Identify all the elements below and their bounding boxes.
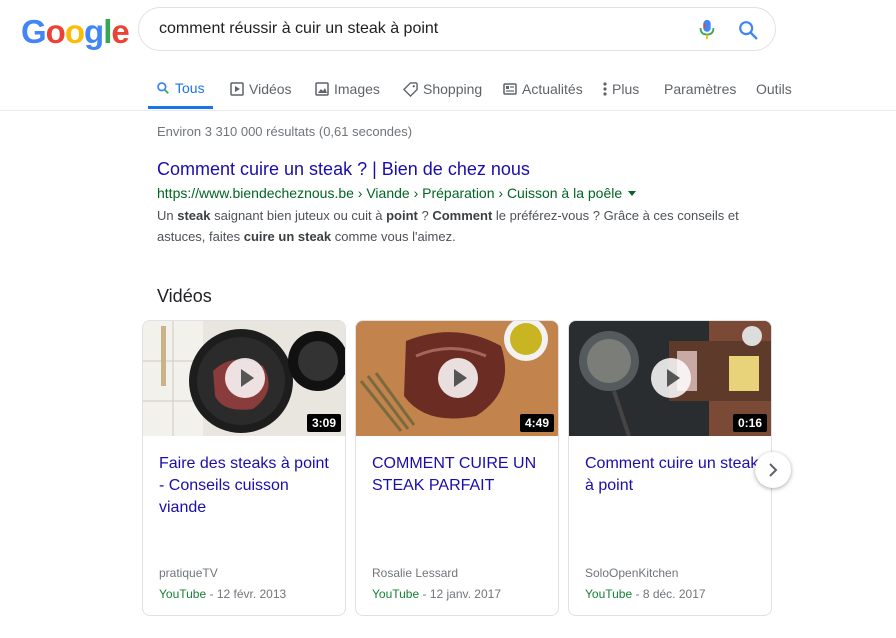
video-source: YouTube - 12 févr. 2013 [159, 587, 286, 601]
videos-heading: Vidéos [157, 286, 212, 306]
snippet-bold: Comment [432, 208, 493, 223]
video-title[interactable]: Faire des steaks à point - Conseils cuis… [159, 453, 335, 519]
snippet-text: Un [157, 208, 178, 223]
video-source: YouTube - 8 déc. 2017 [585, 587, 706, 601]
video-date: - 12 janv. 2017 [419, 587, 501, 601]
video-title[interactable]: COMMENT CUIRE UN STEAK PARFAIT [372, 453, 548, 497]
result-url-text: https://www.biendecheznous.be › Viande ›… [157, 185, 623, 201]
tab-videos[interactable]: Vidéos [230, 70, 292, 108]
google-logo[interactable]: Google [21, 13, 130, 51]
chevron-right-icon [769, 463, 778, 477]
caret-down-icon[interactable] [628, 190, 637, 196]
logo-letter: l [103, 13, 112, 50]
snippet-text: saignant bien juteux ou cuit à [210, 208, 387, 223]
news-icon [503, 83, 517, 95]
video-card[interactable]: 0:16 Comment cuire un steak à point Solo… [568, 320, 772, 616]
search-tabs: Tous Vidéos Images Shopping Actualités P… [0, 70, 896, 111]
tab-label: Tous [175, 80, 205, 96]
more-vert-icon [603, 82, 607, 96]
image-icon [315, 82, 329, 96]
video-card[interactable]: 4:49 COMMENT CUIRE UN STEAK PARFAIT Rosa… [355, 320, 559, 616]
snippet-bold: cuire un steak [243, 229, 332, 244]
snippet-bold: point [386, 208, 418, 223]
play-icon[interactable] [438, 358, 478, 398]
logo-letter: g [84, 13, 104, 50]
search-box[interactable] [138, 7, 776, 51]
snippet-bold: steak [177, 208, 211, 223]
logo-letter: e [111, 13, 129, 50]
video-thumbnail[interactable]: 4:49 [356, 321, 558, 436]
snippet-text: comme vous l'aimez. [331, 229, 456, 244]
video-platform: YouTube [372, 587, 420, 601]
video-source: YouTube - 12 janv. 2017 [372, 587, 501, 601]
tab-images[interactable]: Images [315, 70, 380, 108]
play-icon[interactable] [225, 358, 265, 398]
search-icon[interactable] [737, 19, 759, 41]
video-thumbnail[interactable]: 3:09 [143, 321, 345, 436]
tab-label: Images [334, 81, 380, 97]
tab-all[interactable]: Tous [148, 70, 213, 109]
logo-letter: G [21, 13, 47, 50]
video-channel: Rosalie Lessard [372, 566, 459, 580]
video-channel: pratiqueTV [159, 566, 218, 580]
video-thumbnail[interactable]: 0:16 [569, 321, 771, 436]
tab-tools[interactable]: Outils [756, 70, 792, 108]
snippet-text: ? [417, 208, 433, 223]
tab-news[interactable]: Actualités [503, 70, 583, 108]
video-date: - 12 févr. 2013 [206, 587, 287, 601]
video-icon [230, 82, 244, 96]
video-duration: 0:16 [732, 414, 767, 432]
video-date: - 8 déc. 2017 [632, 587, 706, 601]
video-duration: 3:09 [306, 414, 341, 432]
video-platform: YouTube [159, 587, 207, 601]
tab-more[interactable]: Plus [603, 70, 639, 108]
tab-label: Outils [756, 81, 792, 97]
search-icon [157, 82, 169, 94]
tab-label: Plus [612, 81, 640, 97]
video-card[interactable]: 3:09 Faire des steaks à point - Conseils… [142, 320, 346, 616]
tab-label: Vidéos [249, 81, 292, 97]
logo-letter: o [64, 13, 85, 50]
tab-label: Paramètres [664, 81, 737, 97]
result-snippet: Un steak saignant bien juteux ou cuit à … [157, 205, 757, 247]
tab-label: Actualités [522, 81, 583, 97]
video-duration: 4:49 [519, 414, 554, 432]
logo-letter: o [45, 13, 66, 50]
mic-icon[interactable] [697, 19, 717, 41]
search-input[interactable] [159, 8, 659, 50]
tag-icon [403, 81, 418, 97]
carousel-next-button[interactable] [755, 452, 791, 488]
result-title-link[interactable]: Comment cuire un steak ? | Bien de chez … [157, 159, 530, 180]
tab-settings[interactable]: Paramètres [664, 70, 736, 108]
video-platform: YouTube [585, 587, 633, 601]
video-title[interactable]: Comment cuire un steak à point [585, 453, 761, 497]
tab-shopping[interactable]: Shopping [403, 70, 482, 108]
play-icon[interactable] [651, 358, 691, 398]
tab-label: Shopping [423, 81, 483, 97]
result-url[interactable]: https://www.biendecheznous.be › Viande ›… [157, 185, 637, 201]
result-stats: Environ 3 310 000 résultats (0,61 second… [157, 124, 413, 139]
video-channel: SoloOpenKitchen [585, 566, 679, 580]
